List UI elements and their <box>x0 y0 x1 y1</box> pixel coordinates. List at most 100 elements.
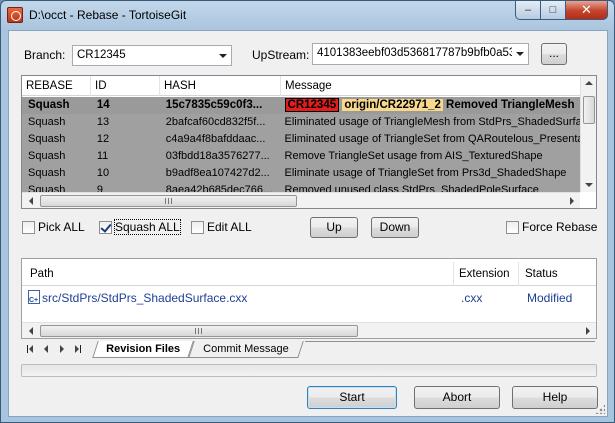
squash-all-checkbox[interactable]: Squash ALL <box>99 219 181 235</box>
edit-all-label: Edit ALL <box>207 220 252 234</box>
commit-message-cell: Eliminate usage of TriangleSet from Prs3… <box>281 165 580 182</box>
file-status-cell: Modified <box>527 291 573 305</box>
commit-message-cell: CR12345 origin/CR22971_2 Removed Triangl… <box>281 97 580 114</box>
col-message[interactable]: Message <box>281 76 581 96</box>
commit-id-cell: 14 <box>96 99 110 111</box>
commit-hash-cell: 15c7835c59c0f3... <box>165 99 263 111</box>
abort-button[interactable]: Abort <box>414 386 500 409</box>
commit-hash-cell: c4a9a4f8bafddaac... <box>165 133 266 145</box>
edit-all-checkbox[interactable]: Edit ALL <box>191 220 252 234</box>
start-button[interactable]: Start <box>307 386 397 409</box>
commit-message-text: Removed TriangleMesh <box>446 99 575 111</box>
commit-id-cell: 13 <box>96 116 110 128</box>
title-bar[interactable]: D:\occt - Rebase - TortoiseGit – □ ✕ <box>1 1 614 29</box>
chevron-down-icon[interactable] <box>215 46 231 65</box>
tab-commit-message-label: Commit Message <box>203 343 289 355</box>
commit-id-cell: 10 <box>96 167 110 179</box>
tab-commit-message[interactable]: Commit Message <box>188 341 304 358</box>
rebase-list-hscroll[interactable] <box>22 192 580 208</box>
col-rebase[interactable]: REBASE <box>22 76 91 96</box>
file-path-cell: src/StdPrs/StdPrs_ShadedSurface.cxx <box>22 289 454 307</box>
down-button[interactable]: Down <box>371 217 419 238</box>
tab-first-icon[interactable] <box>25 344 35 354</box>
force-rebase-checkbox[interactable]: Force Rebase <box>506 220 597 234</box>
table-row[interactable]: Squash 12 c4a9a4f8bafddaac... Eliminated us… <box>22 131 580 148</box>
tab-baseline <box>305 341 595 342</box>
col-status[interactable]: Status <box>519 262 596 286</box>
rebase-progress-bar <box>21 364 597 377</box>
table-row[interactable]: Squash 10 b9adf8ea107427d2... Eliminate usa… <box>22 165 580 182</box>
tab-strip: Revision Files Commit Message <box>23 341 603 358</box>
table-row[interactable]: Squash 11 03fbdd18a3576277... Remove Triang… <box>22 148 580 165</box>
commit-id-cell: 12 <box>96 133 110 145</box>
help-button[interactable]: Help <box>512 386 598 409</box>
col-extension[interactable]: Extension <box>454 262 519 286</box>
rebase-window: D:\occt - Rebase - TortoiseGit – □ ✕ Bra… <box>0 0 615 423</box>
upstream-value: 4101383eebf03d536817787b9bfb0a534 <box>317 47 522 59</box>
tab-next-icon[interactable] <box>57 344 67 354</box>
tortoisegit-app-icon[interactable] <box>7 7 23 23</box>
squash-all-label: Squash ALL <box>114 219 181 235</box>
commit-message-cell: Eliminated usage of TriangleSet from QAR… <box>281 131 580 148</box>
close-button[interactable]: ✕ <box>565 1 608 20</box>
commit-message-cell: Eliminated usage of TriangleMesh from St… <box>281 114 580 131</box>
window-title: D:\occt - Rebase - TortoiseGit <box>29 8 187 22</box>
commit-id-cell: 11 <box>96 150 109 162</box>
rebase-commit-list[interactable]: REBASE ID HASH Message Squash 14 15c7835c5… <box>21 75 597 209</box>
scroll-left-icon[interactable] <box>22 193 39 208</box>
commit-hash-cell: 03fbdd18a3576277... <box>165 150 270 162</box>
scroll-up-icon[interactable] <box>585 81 593 85</box>
col-path[interactable]: Path <box>22 262 454 286</box>
rebase-action-cell: Squash <box>28 150 66 162</box>
maximize-button[interactable]: □ <box>540 1 566 20</box>
commit-hash-cell: b9adf8ea107427d2... <box>165 167 270 179</box>
upstream-combo[interactable]: 4101383eebf03d536817787b9bfb0a534 <box>312 43 529 65</box>
scroll-left-icon[interactable] <box>22 323 39 338</box>
chevron-down-icon[interactable] <box>512 44 528 64</box>
files-list-hscroll[interactable] <box>22 322 596 338</box>
remote-ref-badge: origin/CR22971_2 <box>342 99 443 111</box>
commit-message-text: Remove TriangleSet usage from AIS_Textur… <box>284 150 543 162</box>
checkbox-icon[interactable] <box>99 220 112 234</box>
cpp-file-icon <box>28 290 40 307</box>
dialog-client-area: Branch: CR12345 UpStream: 4101383eebf03d… <box>8 30 608 417</box>
tab-prev-icon[interactable] <box>41 344 51 354</box>
col-hash[interactable]: HASH <box>160 76 281 96</box>
rebase-list-header: REBASE ID HASH Message <box>22 76 581 96</box>
pick-all-checkbox[interactable]: Pick ALL <box>22 220 85 234</box>
minimize-icon: – <box>524 4 532 16</box>
revision-files-list[interactable]: Path Extension Status src/StdPrs/StdPrs_… <box>21 258 597 339</box>
branch-ref-badge: CR12345 <box>284 98 340 112</box>
close-icon: ✕ <box>581 2 592 17</box>
scroll-right-icon[interactable] <box>563 193 580 208</box>
rebase-action-cell: Squash <box>28 133 66 145</box>
col-id[interactable]: ID <box>91 76 160 96</box>
vscroll-thumb[interactable] <box>583 96 595 124</box>
table-row[interactable]: src/StdPrs/StdPrs_ShadedSurface.cxx .cxx M… <box>22 289 596 307</box>
checkbox-icon[interactable] <box>506 220 519 234</box>
tab-last-icon[interactable] <box>73 344 83 354</box>
rebase-action-cell: Squash <box>28 116 66 128</box>
commit-message-text: Eliminated usage of TriangleMesh from St… <box>284 116 580 128</box>
tab-revision-files[interactable]: Revision Files <box>92 341 194 358</box>
hscroll-thumb[interactable] <box>40 195 297 207</box>
scroll-right-icon[interactable] <box>579 323 596 338</box>
window-controls: – □ ✕ <box>515 1 608 21</box>
commit-hash-cell: 2bafcaf60cd832f5f... <box>165 116 266 128</box>
upstream-label: UpStream: <box>252 48 310 62</box>
hscroll-thumb[interactable] <box>40 325 358 337</box>
files-list-header: Path Extension Status <box>22 262 596 286</box>
force-rebase-label: Force Rebase <box>522 220 598 234</box>
upstream-browse-button[interactable]: ... <box>541 43 567 65</box>
checkbox-icon[interactable] <box>22 220 35 234</box>
checkbox-icon[interactable] <box>191 220 204 234</box>
minimize-button[interactable]: – <box>515 1 541 20</box>
table-row[interactable]: Squash 14 15c7835c59c0f3... CR12345 origin/… <box>22 97 580 114</box>
branch-combo[interactable]: CR12345 <box>72 45 232 66</box>
maximize-icon: □ <box>549 4 557 16</box>
branch-value: CR12345 <box>77 49 126 61</box>
rebase-list-vscroll[interactable] <box>580 76 596 192</box>
up-button[interactable]: Up <box>310 217 358 238</box>
table-row[interactable]: Squash 13 2bafcaf60cd832f5f... Eliminated u… <box>22 114 580 131</box>
scroll-down-icon[interactable] <box>585 183 593 187</box>
